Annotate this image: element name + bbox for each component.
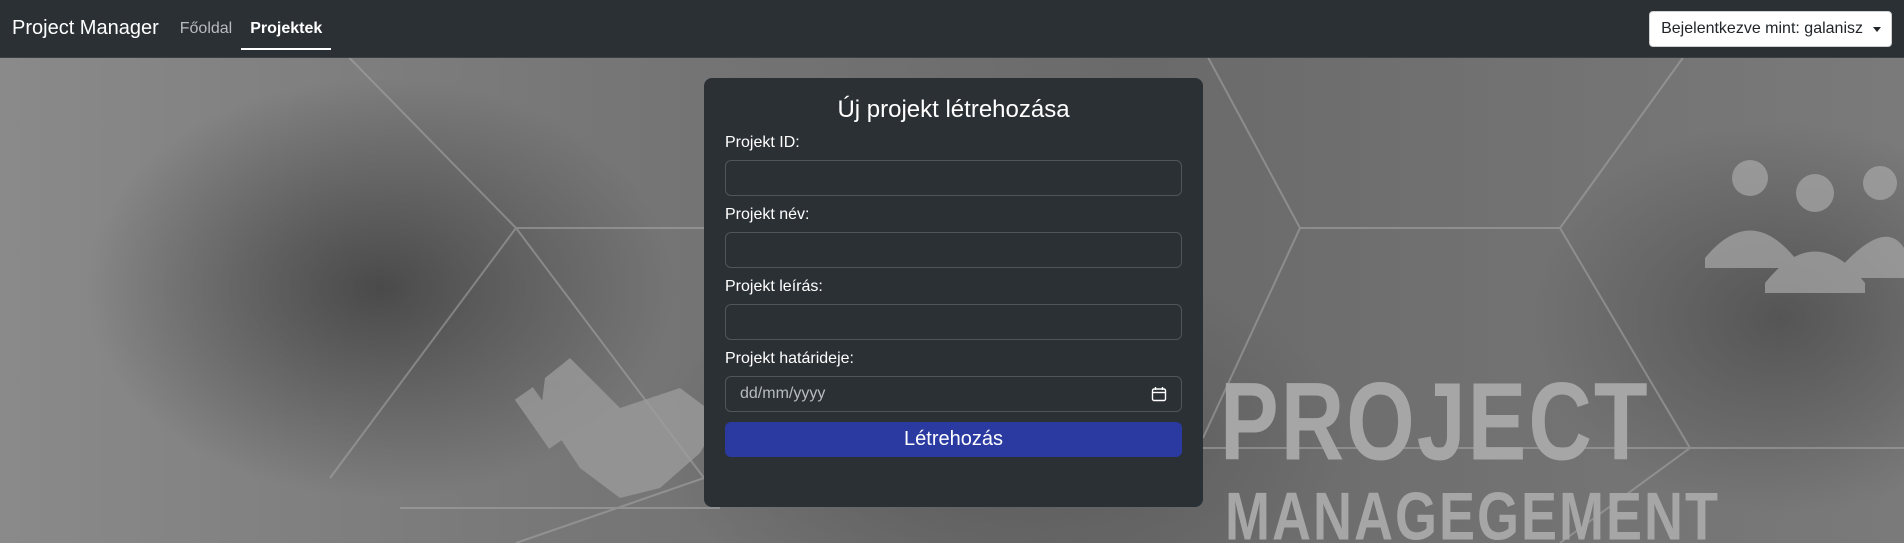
brand-link[interactable]: Project Manager — [12, 17, 159, 40]
background-headline-top: PROJECT — [1220, 359, 1650, 483]
handshake-icon — [514, 358, 720, 498]
user-menu-label: Bejelentkezve mint: galanisz — [1661, 20, 1863, 37]
calendar-icon[interactable] — [1151, 386, 1167, 402]
project-name-input[interactable] — [725, 232, 1182, 268]
people-icon — [1705, 160, 1904, 293]
project-deadline-input[interactable]: dd/mm/yyyy — [725, 376, 1182, 412]
nav-link-projects[interactable]: Projektek — [241, 0, 332, 58]
background-headline-bottom: MANAGEGEMENT — [1225, 479, 1720, 543]
project-description-input[interactable] — [725, 304, 1182, 340]
top-navbar: Project Manager Főoldal Projektek Bejele… — [0, 0, 1904, 58]
create-project-card: Új projekt létrehozása Projekt ID: Proje… — [704, 78, 1203, 507]
nav-link-home[interactable]: Főoldal — [171, 0, 241, 58]
deadline-placeholder: dd/mm/yyyy — [740, 385, 826, 402]
project-deadline-label: Projekt határideje: — [725, 350, 854, 367]
project-id-label: Projekt ID: — [725, 134, 800, 151]
chevron-down-icon — [1873, 26, 1881, 32]
user-menu-dropdown[interactable]: Bejelentkezve mint: galanisz — [1649, 11, 1892, 47]
form-title: Új projekt létrehozása — [837, 96, 1070, 123]
project-id-input[interactable] — [725, 160, 1182, 196]
create-project-button[interactable]: Létrehozás — [725, 422, 1182, 457]
project-name-label: Projekt név: — [725, 206, 810, 223]
project-description-label: Projekt leírás: — [725, 278, 823, 295]
